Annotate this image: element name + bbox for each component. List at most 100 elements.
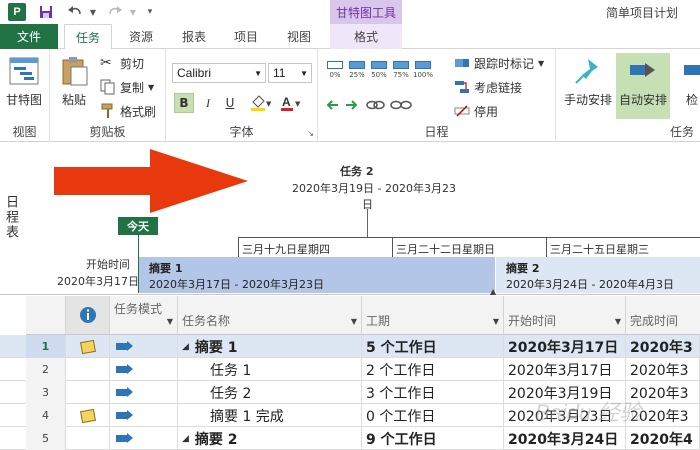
timeline-task2-title[interactable]: 任务 2	[340, 163, 373, 179]
note-icon[interactable]	[79, 408, 96, 423]
mode-cell[interactable]	[110, 381, 178, 404]
collapse-triangle-icon[interactable]: ◢	[182, 342, 189, 352]
highlight-color-button[interactable]: ▼	[248, 93, 274, 113]
table-row[interactable]: 4 摘要 1 完成 0 个工作日 2020年3月23日 2020年3	[0, 404, 700, 427]
duration-cell[interactable]: 9 个工作日	[362, 427, 504, 450]
row-number[interactable]: 5	[26, 427, 66, 450]
finish-cell[interactable]: 2020年3	[626, 335, 700, 358]
note-icon[interactable]	[79, 339, 96, 354]
italic-button[interactable]: I	[198, 93, 218, 113]
percent-50-button[interactable]: 50%	[370, 61, 388, 79]
font-dialog-launcher-icon[interactable]: ↘	[307, 129, 314, 138]
start-cell[interactable]: 2020年3月24日	[504, 427, 626, 450]
collapse-triangle-icon[interactable]: ◢	[182, 434, 189, 444]
table-row[interactable]: 1 ◢ 摘要 1 5 个工作日 2020年3月17日 2020年3	[0, 335, 700, 358]
gantt-chart-button[interactable]: 甘特图	[6, 55, 42, 108]
gantt-tools-context-title: 甘特图工具	[330, 0, 402, 24]
tab-task[interactable]: 任务	[64, 24, 112, 50]
percent-0-button[interactable]: 0%	[326, 61, 344, 79]
select-all-corner[interactable]	[26, 296, 66, 335]
row-number[interactable]: 3	[26, 381, 66, 404]
mode-cell[interactable]	[110, 404, 178, 427]
timeline-summary2-bar[interactable]: 摘要 2 2020年3月24日 - 2020年4月3日	[496, 257, 700, 293]
duration-header-label: 工期	[366, 314, 391, 328]
mode-cell[interactable]	[110, 358, 178, 381]
row-number[interactable]: 4	[26, 404, 66, 427]
start-cell[interactable]: 2020年3月17日	[504, 358, 626, 381]
finish-cell[interactable]: 2020年3	[626, 358, 700, 381]
name-cell[interactable]: ◢ 摘要 2	[178, 427, 362, 450]
track-dropdown-icon[interactable]: ▼	[538, 59, 544, 68]
table-row[interactable]: 5 ◢ 摘要 2 9 个工作日 2020年3月24日 2020年4	[0, 427, 700, 450]
outdent-indent-buttons[interactable]	[326, 95, 416, 115]
scale-tick: 三月二十五日星期三	[546, 238, 649, 258]
start-header[interactable]: 开始时间 ▼	[504, 296, 626, 335]
duration-cell[interactable]: 0 个工作日	[362, 404, 504, 427]
start-filter-icon[interactable]: ▼	[615, 317, 621, 326]
underline-button[interactable]: U	[220, 93, 240, 113]
copy-button[interactable]: 复制 ▼	[100, 77, 154, 97]
tab-resource[interactable]: 资源	[116, 24, 166, 49]
finish-cell[interactable]: 2020年3	[626, 381, 700, 404]
duration-filter-icon[interactable]: ▼	[493, 317, 499, 326]
inactivate-button[interactable]: 停用	[454, 101, 498, 121]
format-painter-button[interactable]: 格式刷	[100, 101, 156, 121]
table-row[interactable]: 3 任务 2 3 个工作日 2020年3月19日 2020年3	[0, 381, 700, 404]
mark-on-track-button[interactable]: 跟踪时标记 ▼	[454, 53, 544, 73]
finish-header[interactable]: 完成时间	[626, 296, 700, 335]
tab-file[interactable]: 文件	[0, 24, 58, 49]
tab-project[interactable]: 项目	[222, 24, 270, 49]
manually-schedule-button[interactable]: 手动安排	[564, 55, 612, 108]
percent-25-button[interactable]: 25%	[348, 61, 366, 79]
row-number[interactable]: 2	[26, 358, 66, 381]
duration-cell[interactable]: 2 个工作日	[362, 358, 504, 381]
name-filter-icon[interactable]: ▼	[351, 317, 357, 326]
name-cell[interactable]: 任务 2	[178, 381, 362, 404]
finish-cell[interactable]: 2020年3	[626, 404, 700, 427]
inspect-button[interactable]: 检	[682, 55, 700, 108]
save-icon[interactable]	[36, 3, 56, 21]
timeline-splitter-icon[interactable]: ▲	[490, 287, 496, 296]
font-size-select[interactable]: 11 ▼	[268, 63, 312, 83]
duration-cell[interactable]: 5 个工作日	[362, 335, 504, 358]
schedule-group-label: 日程	[424, 125, 449, 139]
auto-schedule-button[interactable]: 自动安排	[616, 53, 670, 119]
tab-report[interactable]: 报表	[170, 24, 218, 49]
name-cell[interactable]: 摘要 1 完成	[178, 404, 362, 427]
undo-icon[interactable]	[64, 3, 86, 21]
start-cell[interactable]: 2020年3月19日	[504, 381, 626, 404]
duration-cell[interactable]: 3 个工作日	[362, 381, 504, 404]
mode-cell[interactable]	[110, 427, 178, 450]
start-cell[interactable]: 2020年3月23日	[504, 404, 626, 427]
redo-icon[interactable]	[104, 3, 126, 21]
indicators-header[interactable]	[66, 296, 110, 335]
copy-dropdown-icon[interactable]: ▼	[148, 83, 154, 92]
bold-button[interactable]: B	[174, 93, 194, 113]
table-row[interactable]: 2 任务 1 2 个工作日 2020年3月17日 2020年3	[0, 358, 700, 381]
font-name-select[interactable]: Calibri ▼	[172, 63, 266, 83]
cut-button[interactable]: ✂ 剪切	[100, 53, 144, 73]
respect-links-button[interactable]: 考虑链接	[454, 77, 522, 97]
tab-view[interactable]: 视图	[274, 24, 324, 49]
mode-header[interactable]: 任务模式 ▼	[110, 296, 178, 335]
paste-button[interactable]: 粘贴	[58, 55, 90, 108]
start-cell[interactable]: 2020年3月17日	[504, 335, 626, 358]
finish-cell[interactable]: 2020年4	[626, 427, 700, 450]
mode-filter-icon[interactable]: ▼	[167, 317, 173, 326]
percent-100-button[interactable]: 100%	[413, 61, 433, 79]
font-color-button[interactable]: A ▼	[278, 93, 304, 113]
copy-icon	[100, 79, 115, 95]
name-cell[interactable]: 任务 1	[178, 358, 362, 381]
name-header[interactable]: 任务名称 ▼	[178, 296, 362, 335]
percent-75-button[interactable]: 75%	[392, 61, 410, 79]
redo-dropdown-icon[interactable]: ▼	[128, 3, 138, 21]
row-number[interactable]: 1	[26, 335, 66, 358]
undo-dropdown-icon[interactable]: ▼	[88, 3, 98, 21]
duration-header[interactable]: 工期 ▼	[362, 296, 504, 335]
customize-qat-icon[interactable]: ▾	[144, 3, 156, 21]
timeline-summary1-bar[interactable]: 摘要 1 2020年3月17日 - 2020年3月23日	[139, 257, 495, 293]
name-cell[interactable]: ◢ 摘要 1	[178, 335, 362, 358]
tab-format[interactable]: 格式	[330, 24, 402, 49]
timeline[interactable]: 日程表 任务 2 2020年3月19日 - 2020年3月23 日 今天 开始时…	[0, 143, 700, 296]
mode-cell[interactable]	[110, 335, 178, 358]
